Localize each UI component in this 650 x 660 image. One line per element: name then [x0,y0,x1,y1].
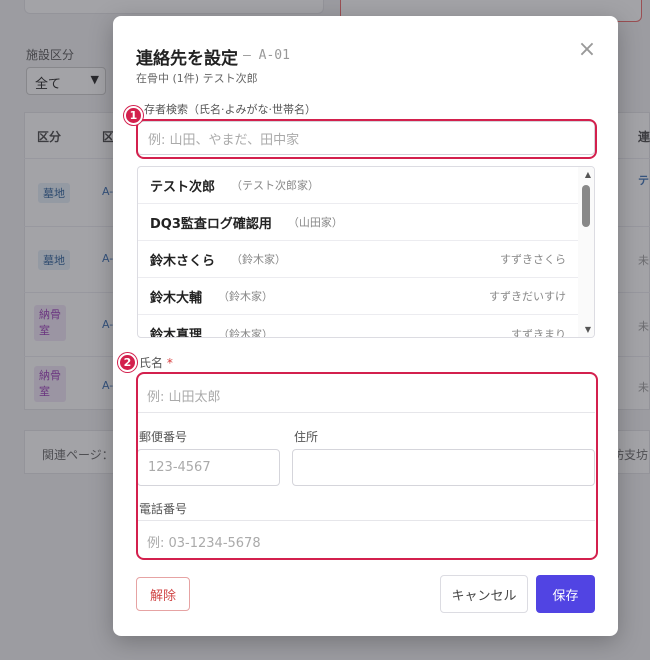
name-label: 氏名 * [139,354,173,371]
result-name: 鈴木大輔 [150,290,203,306]
modal-code: – A-01 [243,48,290,63]
result-kana: すずきまり [511,327,566,338]
modal-subtitle: 在骨中 (1件) テスト次郎 [136,72,258,85]
close-icon[interactable]: × [575,38,599,62]
list-item[interactable]: 鈴木大輔 （鈴木家） すずきだいすけ [138,278,580,315]
list-item[interactable]: テスト次郎 （テスト次郎家） [138,167,580,204]
list-item[interactable]: 鈴木さくら （鈴木家） すずきさくら [138,241,580,278]
search-results-list[interactable]: テスト次郎 （テスト次郎家） DQ3監査ログ確認用 （山田家） 鈴木さくら （鈴… [137,166,595,338]
result-household: （山田家） [287,216,343,229]
scroll-up-icon[interactable]: ▲ [585,170,591,179]
result-household: （鈴木家） [218,327,274,338]
list-item[interactable]: 鈴木真理 （鈴木家） すずきまり [138,315,580,338]
scroll-down-icon[interactable]: ▼ [585,325,591,334]
result-household: （テスト次郎家） [231,179,320,192]
list-item[interactable]: DQ3監査ログ確認用 （山田家） [138,204,580,241]
save-button[interactable]: 保存 [536,575,595,613]
result-name: 鈴木さくら [150,253,216,269]
result-kana: すずきさくら [500,253,566,266]
search-label: 存者検索（氏名·よみがな·世帯名） [144,103,316,116]
scrollbar-thumb[interactable] [582,185,590,227]
result-household: （鈴木家） [231,253,287,266]
annotation-marker-2: 2 [118,353,137,372]
cancel-button[interactable]: キャンセル [440,575,528,613]
list-scrollbar[interactable]: ▲ ▼ [578,167,594,337]
result-name: 鈴木真理 [150,328,203,338]
release-button[interactable]: 解除 [136,577,190,611]
result-kana: すずきだいすけ [489,290,566,303]
annotation-marker-1: 1 [124,106,143,125]
name-label-text: 氏名 [139,356,164,370]
highlight-contact-fields [136,372,598,560]
modal-title: 連絡先を設定 [136,49,238,69]
result-household: （鈴木家） [218,290,274,303]
result-name: DQ3監査ログ確認用 [150,216,272,232]
result-name: テスト次郎 [150,179,216,195]
highlight-search [136,119,597,159]
required-mark: * [166,356,173,370]
